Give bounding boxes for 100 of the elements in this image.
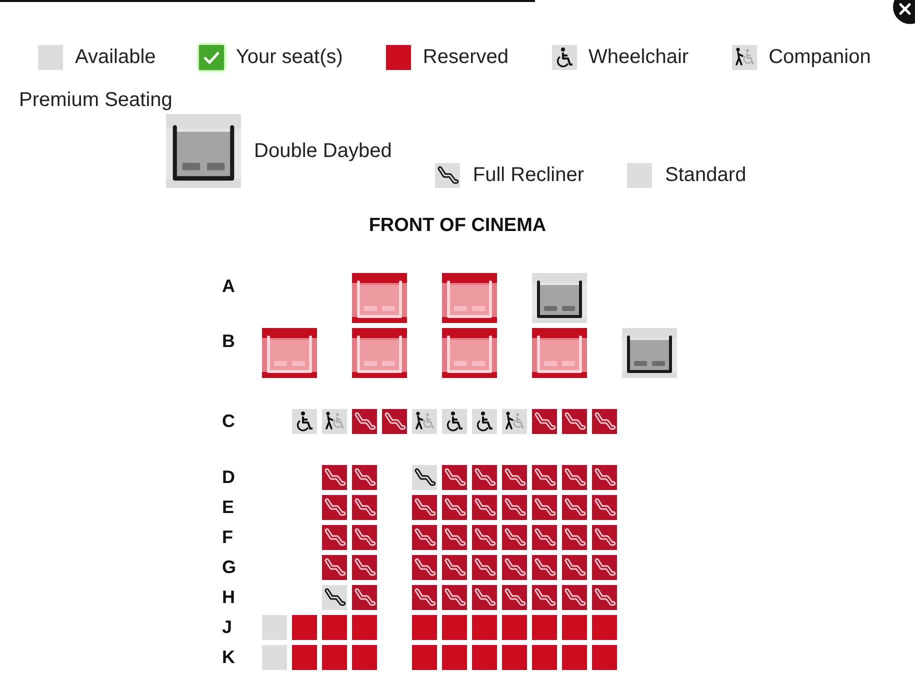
recliner-icon bbox=[414, 528, 436, 546]
wheelchair-seat[interactable] bbox=[442, 409, 467, 434]
row-label: J bbox=[222, 617, 232, 638]
recliner-icon bbox=[354, 528, 376, 546]
recliner-icon bbox=[504, 588, 526, 606]
recliner-icon bbox=[414, 498, 436, 516]
wheelchair-icon bbox=[476, 412, 494, 432]
available-seat-icon bbox=[38, 45, 63, 70]
recliner-icon bbox=[324, 588, 346, 606]
wheelchair-icon bbox=[296, 412, 314, 432]
wheelchair-icon bbox=[552, 45, 577, 70]
recliner-icon bbox=[504, 528, 526, 546]
close-button[interactable] bbox=[892, 0, 915, 24]
row-label: C bbox=[222, 411, 235, 432]
row-label: G bbox=[222, 557, 236, 578]
legend-label: Reserved bbox=[422, 46, 509, 69]
recliner-icon bbox=[594, 528, 616, 546]
recliner-icon bbox=[594, 468, 616, 486]
daybed-icon bbox=[447, 336, 492, 373]
wheelchair-seat[interactable] bbox=[472, 409, 497, 434]
recliner-icon bbox=[594, 588, 616, 606]
daybed-icon bbox=[267, 336, 312, 373]
recliner-icon bbox=[444, 468, 466, 486]
person-pushing-wheelchair-icon bbox=[732, 45, 757, 70]
row-label: D bbox=[222, 467, 235, 488]
recliner-icon bbox=[564, 412, 586, 430]
recliner-icon bbox=[474, 588, 496, 606]
close-icon bbox=[892, 0, 915, 24]
recliner-icon bbox=[474, 468, 496, 486]
legend-label: Standard bbox=[665, 164, 746, 187]
recliner-icon bbox=[594, 558, 616, 576]
row-label: B bbox=[222, 331, 235, 352]
recliner-icon bbox=[534, 558, 556, 576]
row-label: E bbox=[222, 497, 234, 518]
recliner-icon bbox=[504, 498, 526, 516]
recliner-icon bbox=[474, 528, 496, 546]
companion-seat[interactable] bbox=[412, 409, 437, 434]
row-label: K bbox=[222, 647, 235, 668]
row-label: H bbox=[222, 587, 235, 608]
legend-label: Full Recliner bbox=[472, 164, 584, 187]
recliner-icon bbox=[534, 588, 556, 606]
recliner-icon bbox=[594, 412, 616, 430]
recliner-icon bbox=[354, 588, 376, 606]
daybed-seat[interactable] bbox=[622, 328, 677, 378]
daybed-icon bbox=[537, 280, 582, 318]
daybed-icon bbox=[166, 114, 241, 188]
recliner-seat[interactable] bbox=[412, 465, 437, 490]
legend-label: Your seat(s) bbox=[236, 46, 343, 69]
recliner-icon bbox=[504, 468, 526, 486]
recliner-icon bbox=[414, 468, 436, 486]
legend-label: Double Daybed bbox=[254, 140, 392, 162]
daybed-icon bbox=[627, 336, 672, 373]
person-pushing-wheelchair-icon bbox=[416, 412, 435, 430]
row-label: F bbox=[222, 527, 233, 548]
recliner-icon bbox=[594, 498, 616, 516]
row-label: A bbox=[222, 276, 235, 297]
daybed-icon bbox=[357, 336, 402, 373]
reserved-seat-icon bbox=[386, 45, 411, 70]
screen-label: FRONT OF CINEMA bbox=[368, 215, 546, 237]
recliner-icon bbox=[434, 163, 460, 188]
daybed-seat[interactable] bbox=[532, 273, 587, 323]
legend-label: Companion bbox=[768, 46, 871, 69]
recliner-icon bbox=[564, 498, 586, 516]
wheelchair-seat[interactable] bbox=[292, 409, 317, 434]
recliner-icon bbox=[324, 468, 346, 486]
recliner-icon bbox=[564, 588, 586, 606]
recliner-icon bbox=[414, 558, 436, 576]
recliner-icon bbox=[504, 558, 526, 576]
recliner-icon bbox=[354, 558, 376, 576]
companion-seat[interactable] bbox=[322, 409, 347, 434]
recliner-icon bbox=[354, 498, 376, 516]
recliner-icon bbox=[534, 528, 556, 546]
section-title: Premium Seating bbox=[19, 89, 172, 112]
recliner-icon bbox=[354, 468, 376, 486]
recliner-icon bbox=[564, 468, 586, 486]
recliner-icon bbox=[354, 412, 376, 430]
legend-label: Wheelchair bbox=[588, 46, 689, 69]
recliner-icon bbox=[444, 588, 466, 606]
recliner-icon bbox=[324, 528, 346, 546]
recliner-icon bbox=[534, 468, 556, 486]
recliner-icon bbox=[444, 558, 466, 576]
recliner-icon bbox=[324, 498, 346, 516]
daybed-icon bbox=[447, 280, 492, 318]
recliner-icon bbox=[564, 528, 586, 546]
daybed-icon bbox=[537, 336, 582, 373]
recliner-icon bbox=[474, 558, 496, 576]
standard-seat-icon bbox=[627, 163, 652, 188]
recliner-icon bbox=[444, 498, 466, 516]
recliner-icon bbox=[534, 412, 556, 430]
recliner-icon bbox=[444, 528, 466, 546]
recliner-seat[interactable] bbox=[322, 585, 347, 610]
person-pushing-wheelchair-icon bbox=[506, 412, 525, 430]
recliner-icon bbox=[414, 588, 436, 606]
daybed-icon bbox=[357, 280, 402, 318]
wheelchair-icon bbox=[446, 412, 464, 432]
recliner-icon bbox=[474, 498, 496, 516]
companion-seat[interactable] bbox=[502, 409, 527, 434]
recliner-icon bbox=[324, 558, 346, 576]
person-pushing-wheelchair-icon bbox=[326, 412, 345, 430]
recliner-icon bbox=[534, 498, 556, 516]
